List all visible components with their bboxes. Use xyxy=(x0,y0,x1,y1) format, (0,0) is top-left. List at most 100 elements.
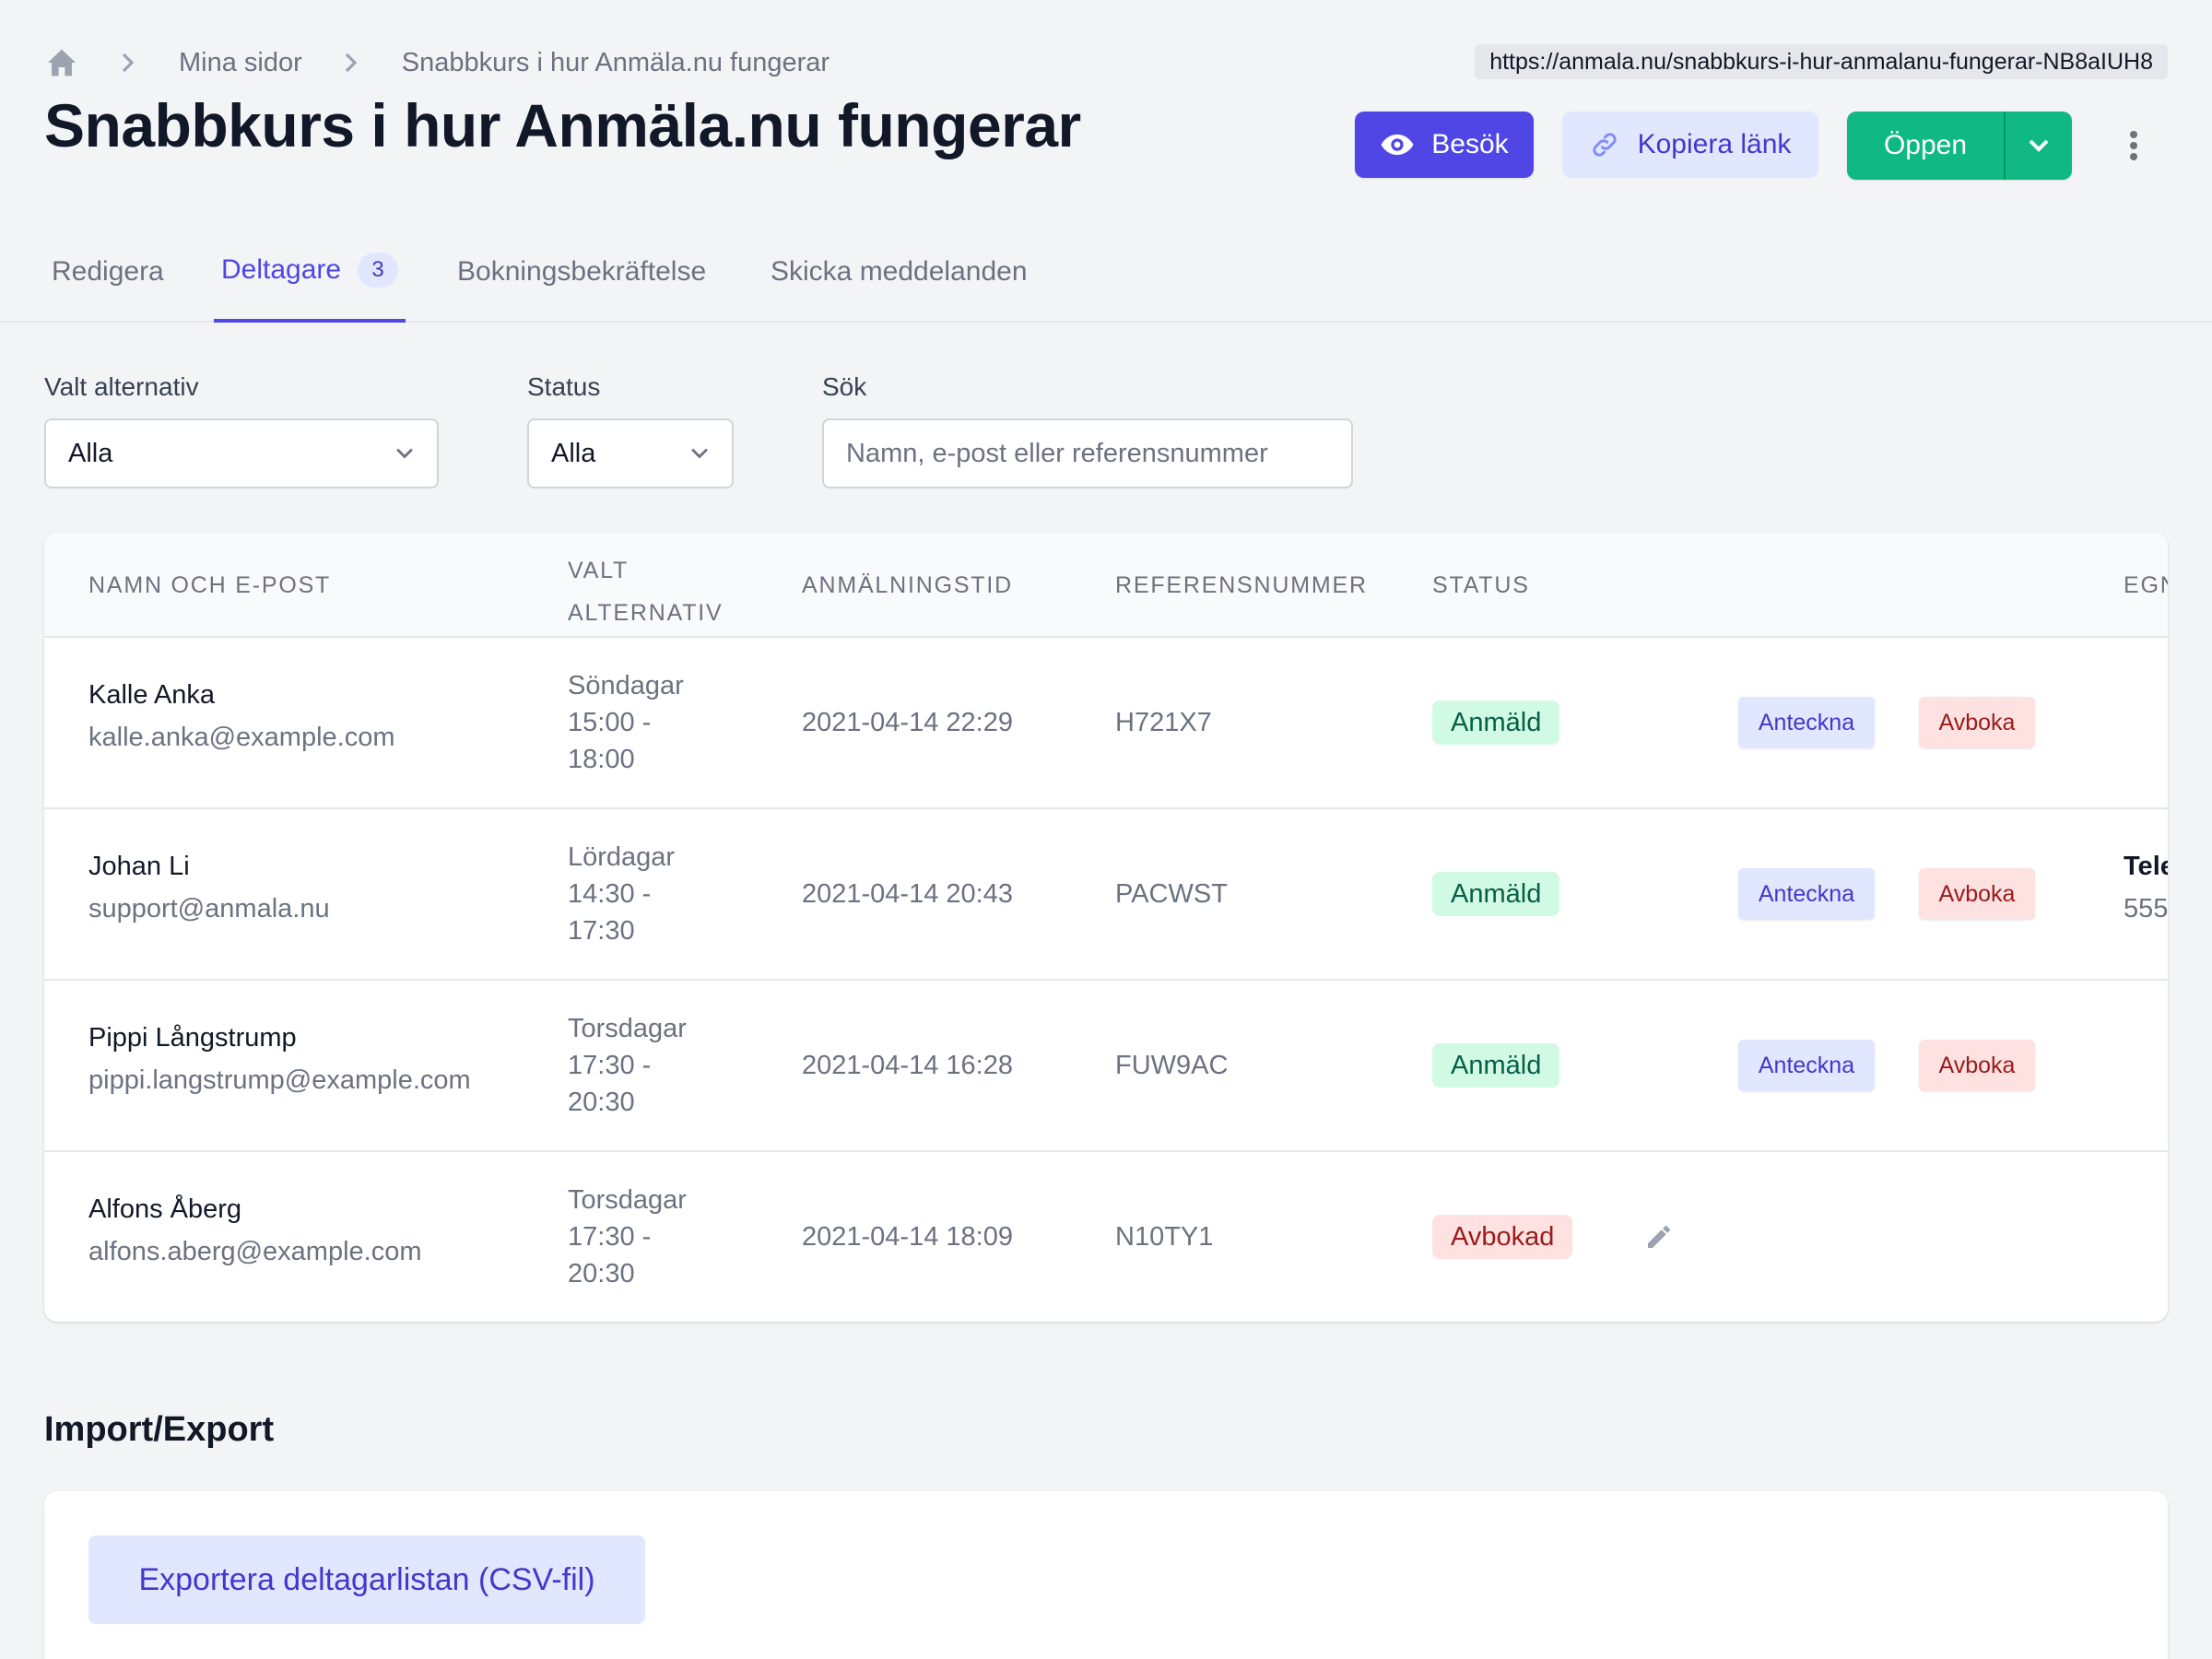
selected-option-line: 15:00 - xyxy=(568,708,652,737)
selected-option-line: Torsdagar xyxy=(568,1185,687,1215)
chevron-right-icon xyxy=(114,49,142,76)
cancel-booking-button[interactable]: Avboka xyxy=(1919,868,2035,920)
tab-bar: Redigera Deltagare 3 Bokningsbekräftelse… xyxy=(0,221,2212,323)
selected-option: Lördagar 14:30 - 17:30 xyxy=(568,839,675,949)
status-badge: Anmäld xyxy=(1432,1043,1560,1088)
more-options-icon[interactable] xyxy=(2120,125,2147,166)
tab-deltagare[interactable]: Deltagare 3 xyxy=(214,221,406,323)
participant-name: Johan Li xyxy=(88,852,190,881)
selected-option: Söndagar 15:00 - 18:00 xyxy=(568,667,684,778)
signup-time: 2021-04-14 16:28 xyxy=(802,1051,1013,1080)
column-header-status[interactable]: STATUS xyxy=(1432,571,1530,600)
selected-option-line: 17:30 - xyxy=(568,1051,652,1080)
pencil-icon[interactable] xyxy=(1641,1218,1677,1255)
column-header-custom[interactable]: EGN xyxy=(2124,571,2168,600)
status-badge: Avbokad xyxy=(1432,1215,1573,1259)
selected-option: Torsdagar 17:30 - 20:30 xyxy=(568,1010,687,1121)
selected-option-line: Lördagar xyxy=(568,842,676,872)
custom-field-label: Tele xyxy=(2124,852,2168,881)
eye-icon xyxy=(1381,134,1414,156)
tab-label: Skicka meddelanden xyxy=(771,256,1028,287)
participant-name: Kalle Anka xyxy=(88,680,216,710)
signup-time: 2021-04-14 20:43 xyxy=(802,879,1013,909)
chevron-right-icon xyxy=(337,49,365,76)
participant-email: alfons.aberg@example.com xyxy=(88,1237,422,1266)
selected-option-line: 17:30 - xyxy=(568,1222,652,1252)
note-button[interactable]: Anteckna xyxy=(1738,868,1875,920)
participant-name: Pippi Långstrump xyxy=(88,1023,297,1053)
status-badge: Anmäld xyxy=(1432,872,1560,916)
tab-bokningsbekraftelse[interactable]: Bokningsbekräftelse xyxy=(450,221,713,323)
participant-email: pippi.langstrump@example.com xyxy=(88,1065,471,1095)
page: Mina sidor Snabbkurs i hur Anmäla.nu fun… xyxy=(0,0,2212,1659)
reference-number: PACWST xyxy=(1115,879,1228,909)
column-header-reference[interactable]: REFERENSNUMMER xyxy=(1115,571,1368,600)
selected-option-line: Söndagar xyxy=(568,671,684,700)
table-header: NAMN OCH E-POST VALT ALTERNATIV ANMÄLNIN… xyxy=(44,533,2168,638)
page-title: Snabbkurs i hur Anmäla.nu fungerar xyxy=(44,91,1081,159)
copy-link-button[interactable]: Kopiera länk xyxy=(1562,112,1818,178)
signup-time: 2021-04-14 18:09 xyxy=(802,1222,1013,1252)
signup-time: 2021-04-14 22:29 xyxy=(802,708,1013,737)
tab-skicka-meddelanden[interactable]: Skicka meddelanden xyxy=(763,221,1035,323)
column-header-option[interactable]: VALT ALTERNATIV xyxy=(568,556,724,628)
table-row[interactable]: Alfons Åberg alfons.aberg@example.com To… xyxy=(44,1152,2168,1322)
participant-email: kalle.anka@example.com xyxy=(88,723,395,752)
tab-label: Bokningsbekräftelse xyxy=(457,256,707,287)
home-icon[interactable] xyxy=(44,45,79,80)
selected-option: Torsdagar 17:30 - 20:30 xyxy=(568,1182,687,1292)
selected-option-line: 17:30 xyxy=(568,916,635,946)
participants-table: NAMN OCH E-POST VALT ALTERNATIV ANMÄLNIN… xyxy=(44,533,2168,1322)
status-filter-value: Alla xyxy=(551,438,596,468)
tab-label: Deltagare xyxy=(221,254,342,285)
selected-option-line: 18:00 xyxy=(568,745,635,774)
option-filter-select[interactable]: Alla xyxy=(44,418,439,488)
chevron-down-icon xyxy=(691,448,708,459)
tab-redigera[interactable]: Redigera xyxy=(44,221,171,323)
selected-option-line: 14:30 - xyxy=(568,879,652,909)
option-filter-value: Alla xyxy=(68,438,113,468)
table-row[interactable]: Kalle Anka kalle.anka@example.com Söndag… xyxy=(44,638,2168,809)
table-row[interactable]: Pippi Långstrump pippi.langstrump@exampl… xyxy=(44,981,2168,1152)
cancel-booking-button[interactable]: Avboka xyxy=(1919,1040,2035,1091)
table-row[interactable]: Johan Li support@anmala.nu Lördagar 14:3… xyxy=(44,809,2168,981)
status-filter-select[interactable]: Alla xyxy=(527,418,734,488)
column-header-option-line: VALT xyxy=(568,558,629,583)
open-status-dropdown[interactable] xyxy=(2004,112,2072,180)
note-button[interactable]: Anteckna xyxy=(1738,1040,1875,1091)
open-status-label[interactable]: Öppen xyxy=(1847,112,2004,180)
reference-number: FUW9AC xyxy=(1115,1051,1229,1080)
search-input[interactable]: Namn, e-post eller referensnummer xyxy=(822,418,1353,488)
status-badge: Anmäld xyxy=(1432,700,1560,745)
column-header-option-line: ALTERNATIV xyxy=(568,600,724,626)
link-icon xyxy=(1592,133,1617,157)
copy-link-label: Kopiera länk xyxy=(1637,129,1792,159)
export-csv-button[interactable]: Exportera deltagarlistan (CSV-fil) xyxy=(88,1535,645,1624)
visit-button-label: Besök xyxy=(1431,129,1509,159)
participant-name: Alfons Åberg xyxy=(88,1194,242,1224)
breadcrumb: Mina sidor Snabbkurs i hur Anmäla.nu fun… xyxy=(44,42,830,83)
column-header-signup-time[interactable]: ANMÄLNINGSTID xyxy=(802,571,1013,600)
option-filter-label: Valt alternativ xyxy=(44,372,199,401)
column-header-name-email[interactable]: NAMN OCH E-POST xyxy=(88,571,331,600)
selected-option-line: 20:30 xyxy=(568,1088,635,1117)
search-label: Sök xyxy=(822,372,867,401)
reference-number: N10TY1 xyxy=(1115,1222,1214,1252)
participant-email: support@anmala.nu xyxy=(88,894,330,924)
selected-option-line: Torsdagar xyxy=(568,1014,687,1043)
chevron-down-icon xyxy=(396,448,413,459)
event-url[interactable]: https://anmala.nu/snabbkurs-i-hur-anmala… xyxy=(1475,44,2168,79)
breadcrumb-item-mina-sidor[interactable]: Mina sidor xyxy=(179,48,302,78)
visit-button[interactable]: Besök xyxy=(1355,112,1534,178)
import-export-title: Import/Export xyxy=(44,1410,275,1449)
chevron-down-icon xyxy=(2029,139,2049,152)
tab-label: Redigera xyxy=(52,256,164,287)
selected-option-line: 20:30 xyxy=(568,1259,635,1288)
breadcrumb-item-current[interactable]: Snabbkurs i hur Anmäla.nu fungerar xyxy=(402,48,830,78)
status-filter-label: Status xyxy=(527,372,601,401)
open-status-button[interactable]: Öppen xyxy=(1847,112,2072,180)
custom-field-value: 555 xyxy=(2124,894,2168,924)
cancel-booking-button[interactable]: Avboka xyxy=(1919,697,2035,748)
note-button[interactable]: Anteckna xyxy=(1738,697,1875,748)
reference-number: H721X7 xyxy=(1115,708,1212,737)
